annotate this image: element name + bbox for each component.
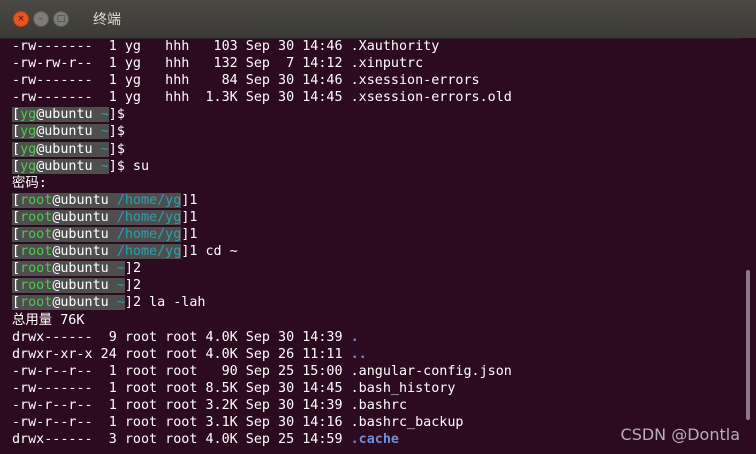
prompt-line: [yg@ubuntu ~]$ xyxy=(12,141,125,157)
listing-name: .bashrc_backup xyxy=(350,415,464,431)
prompt-dir: ~ xyxy=(100,158,109,174)
close-icon[interactable]: × xyxy=(13,11,29,27)
output-line: -rw-rw-r-- 1 yg hhh 132 Sep 7 14:12 .xin… xyxy=(12,56,424,72)
prompt-line: [root@ubuntu ~]2 xyxy=(12,278,141,294)
prompt-line: [root@ubuntu /home/yg]1 cd ~ xyxy=(12,244,238,260)
prompt-line: [root@ubuntu ~]2 xyxy=(12,261,141,277)
prompt-line: [root@ubuntu /home/yg]1 xyxy=(12,209,198,225)
prompt-line: [root@ubuntu ~]2 la -lah xyxy=(12,295,206,311)
listing-meta: -rw-r--r-- 1 root root 3.1K Sep 30 14:16 xyxy=(12,415,351,431)
prompt-user: root xyxy=(20,278,53,294)
listing-name: .angular-config.json xyxy=(350,363,512,379)
output-line: -rw------- 1 yg hhh 84 Sep 30 14:46 .xse… xyxy=(12,73,480,89)
window-controls: × – □ xyxy=(13,11,69,27)
prompt-host: [root@ubuntu /home/yg xyxy=(12,227,182,243)
prompt-dir: ~ xyxy=(116,278,125,294)
prompt-host: [yg@ubuntu ~ xyxy=(12,141,109,157)
listing-meta: drwx------ 9 root root 4.0K Sep 30 14:39 xyxy=(12,329,351,345)
prompt-user: yg xyxy=(20,141,37,157)
listing-meta: drwx------ 3 root root 4.0K Sep 25 14:59 xyxy=(12,432,351,448)
listing-row: -rw------- 1 root root 8.5K Sep 30 14:45… xyxy=(12,380,740,397)
prompt-user: yg xyxy=(20,124,37,140)
prompt-line: [root@ubuntu /home/yg]1 xyxy=(12,227,198,243)
prompt-user: root xyxy=(20,295,53,311)
terminal-output[interactable]: -rw------- 1 yg hhh 103 Sep 30 14:46 .Xa… xyxy=(0,38,740,454)
prompt-host: [root@ubuntu /home/yg xyxy=(12,192,182,208)
prompt-dir: /home/yg xyxy=(116,192,182,208)
prompt-command: $ xyxy=(116,141,125,157)
prompt-command: $ xyxy=(116,124,125,140)
prompt-line: [yg@ubuntu ~]$ xyxy=(12,124,125,140)
prompt-dir: ~ xyxy=(100,141,109,157)
prompt-dir: ~ xyxy=(100,124,109,140)
minimize-icon[interactable]: – xyxy=(33,11,49,27)
watermark: CSDN @Dontla xyxy=(620,425,740,444)
listing-row: drwx------ 9 root root 4.0K Sep 30 14:39… xyxy=(12,329,740,346)
prompt-line: [root@ubuntu /home/yg]1 xyxy=(12,192,198,208)
prompt-user: root xyxy=(20,261,53,277)
terminal-window: × – □ 终端 -rw------- 1 yg hhh 103 Sep 30 … xyxy=(0,0,756,454)
prompt-host: [root@ubuntu /home/yg xyxy=(12,244,182,260)
listing-name: .cache xyxy=(350,432,399,448)
prompt-host: [root@ubuntu ~ xyxy=(12,278,125,294)
maximize-icon[interactable]: □ xyxy=(53,11,69,27)
prompt-command: 1 xyxy=(189,209,198,225)
prompt-command: $ su xyxy=(116,158,150,174)
prompt-command: 2 la -lah xyxy=(132,295,206,311)
prompt-dir: ~ xyxy=(100,107,109,123)
scrollbar-thumb[interactable] xyxy=(746,270,750,420)
prompt-user: root xyxy=(20,227,53,243)
prompt-command: 1 cd ~ xyxy=(189,244,238,260)
prompt-command: 2 xyxy=(132,278,141,294)
prompt-command: $ xyxy=(116,107,125,123)
title-bar[interactable]: × – □ 终端 xyxy=(0,0,756,39)
prompt-command: 1 xyxy=(189,227,198,243)
prompt-dir: /home/yg xyxy=(116,227,182,243)
password-prompt: 密码: xyxy=(12,175,47,191)
listing-meta: drwxr-xr-x 24 root root 4.0K Sep 26 11:1… xyxy=(12,346,351,362)
prompt-host: [root@ubuntu /home/yg xyxy=(12,209,182,225)
prompt-user: root xyxy=(20,244,53,260)
listing-name: .. xyxy=(350,346,367,362)
listing-meta: -rw-r--r-- 1 root root 90 Sep 25 15:00 xyxy=(12,363,351,379)
prompt-user: root xyxy=(20,209,53,225)
vertical-scrollbar[interactable] xyxy=(740,38,756,454)
prompt-dir: ~ xyxy=(116,295,125,311)
listing-row: -rw-r--r-- 1 root root 90 Sep 25 15:00 .… xyxy=(12,363,740,380)
prompt-line: [yg@ubuntu ~]$ xyxy=(12,107,125,123)
listing-row: -rw-r--r-- 1 root root 3.2K Sep 30 14:39… xyxy=(12,397,740,414)
listing-name: .bashrc xyxy=(350,397,408,413)
listing-name: . xyxy=(350,329,359,345)
output-line: -rw------- 1 yg hhh 103 Sep 30 14:46 .Xa… xyxy=(12,39,440,54)
prompt-user: yg xyxy=(20,107,37,123)
prompt-command: 1 xyxy=(189,192,198,208)
output-line: -rw------- 1 yg hhh 1.3K Sep 30 14:45 .x… xyxy=(12,90,512,106)
prompt-command: 2 xyxy=(132,261,141,277)
window-title: 终端 xyxy=(93,12,121,28)
prompt-host: [root@ubuntu ~ xyxy=(12,261,125,277)
listing-name: .bash_history xyxy=(350,380,456,396)
listing-meta: -rw-r--r-- 1 root root 3.2K Sep 30 14:39 xyxy=(12,397,351,413)
prompt-line: [yg@ubuntu ~]$ su xyxy=(12,158,150,174)
listing-row: drwxr-xr-x 24 root root 4.0K Sep 26 11:1… xyxy=(12,346,740,363)
prompt-dir: /home/yg xyxy=(116,209,182,225)
prompt-user: yg xyxy=(20,158,37,174)
prompt-dir: ~ xyxy=(116,261,125,277)
prompt-host: [yg@ubuntu ~ xyxy=(12,158,109,174)
prompt-host: [yg@ubuntu ~ xyxy=(12,107,109,123)
prompt-host: [root@ubuntu ~ xyxy=(12,295,125,311)
total-line: 总用量 76K xyxy=(12,312,85,328)
prompt-host: [yg@ubuntu ~ xyxy=(12,124,109,140)
listing-meta: -rw------- 1 root root 8.5K Sep 30 14:45 xyxy=(12,380,351,396)
prompt-dir: /home/yg xyxy=(116,244,182,260)
prompt-user: root xyxy=(20,192,53,208)
